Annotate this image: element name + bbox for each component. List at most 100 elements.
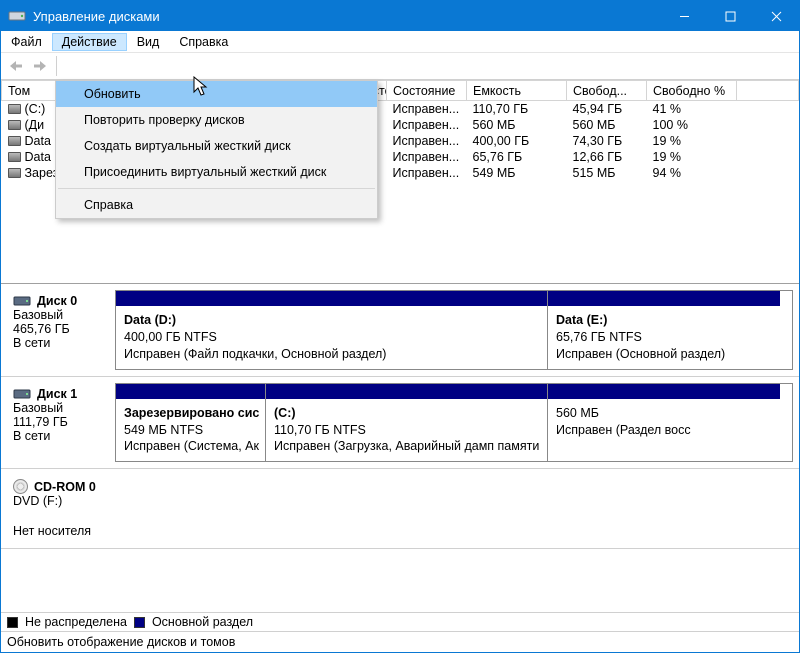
toolbar-separator — [56, 56, 57, 76]
volume-free-pct: 19 % — [647, 149, 737, 165]
dropdown-item[interactable]: Обновить — [56, 81, 377, 107]
partition-header — [116, 291, 547, 306]
volume-free-pct: 19 % — [647, 133, 737, 149]
disk-label[interactable]: Диск 1 Базовый 111,79 ГБ В сети — [7, 383, 115, 463]
dropdown-item[interactable]: Создать виртуальный жесткий диск — [56, 133, 377, 159]
disk-name: Диск 1 — [37, 387, 77, 401]
volume-free: 515 МБ — [567, 165, 647, 181]
disk-size: 111,79 ГБ — [13, 415, 109, 429]
disk-type: Базовый — [13, 401, 109, 415]
menu-view[interactable]: Вид — [127, 33, 170, 51]
disk-label[interactable]: CD-ROM 0 DVD (F:) Нет носителя — [7, 475, 115, 542]
partition-header — [266, 384, 547, 399]
volume-free-pct: 94 % — [647, 165, 737, 181]
partition-status: Исправен (Раздел восс — [556, 423, 691, 437]
disk-partitions: Data (D:) 400,00 ГБ NTFS Исправен (Файл … — [115, 290, 793, 370]
volume-free-pct: 41 % — [647, 101, 737, 118]
volume-icon — [8, 104, 21, 114]
disk-label[interactable]: Диск 0 Базовый 465,76 ГБ В сети — [7, 290, 115, 370]
partition-title: Data (E:) — [556, 313, 607, 327]
menu-help[interactable]: Справка — [169, 33, 238, 51]
partition-status: Исправен (Основной раздел) — [556, 347, 725, 361]
dropdown-separator — [58, 188, 375, 189]
dropdown-item[interactable]: Повторить проверку дисков — [56, 107, 377, 133]
volume-status: Исправен... — [387, 101, 467, 118]
hdd-icon — [13, 294, 31, 308]
volume-icon — [8, 152, 21, 162]
volume-status: Исправен... — [387, 117, 467, 133]
forward-button[interactable] — [29, 55, 51, 77]
legend: Не распределена Основной раздел — [1, 612, 799, 632]
disk-graphical-pane: Диск 0 Базовый 465,76 ГБ В сети Data (D:… — [1, 284, 799, 612]
dropdown-item[interactable]: Справка — [56, 192, 377, 218]
menu-action[interactable]: Действие — [52, 33, 127, 51]
menu-file[interactable]: Файл — [1, 33, 52, 51]
disk-name: Диск 0 — [37, 294, 77, 308]
partition[interactable]: 560 МБ Исправен (Раздел восс — [548, 384, 780, 462]
col-capacity[interactable]: Емкость — [467, 81, 567, 101]
volume-status: Исправен... — [387, 165, 467, 181]
partition[interactable]: Data (D:) 400,00 ГБ NTFS Исправен (Файл … — [116, 291, 548, 369]
disk-partitions: Зарезервировано сис 549 МБ NTFS Исправен… — [115, 383, 793, 463]
disk-state: В сети — [13, 336, 109, 350]
partition-size: 110,70 ГБ NTFS — [274, 423, 366, 437]
partition[interactable]: (C:) 110,70 ГБ NTFS Исправен (Загрузка, … — [266, 384, 548, 462]
volume-status: Исправен... — [387, 149, 467, 165]
minimize-button[interactable] — [661, 1, 707, 31]
disk-row: CD-ROM 0 DVD (F:) Нет носителя — [1, 469, 799, 549]
disk-row: Диск 1 Базовый 111,79 ГБ В сети Зарезерв… — [1, 377, 799, 470]
maximize-button[interactable] — [707, 1, 753, 31]
window-title: Управление дисками — [33, 9, 661, 24]
legend-label-unallocated: Не распределена — [25, 615, 127, 629]
volume-name: (C:) — [25, 102, 46, 116]
partition-header — [116, 384, 265, 399]
partition[interactable]: Data (E:) 65,76 ГБ NTFS Исправен (Основн… — [548, 291, 780, 369]
disk-row: Диск 0 Базовый 465,76 ГБ В сети Data (D:… — [1, 284, 799, 377]
volume-list-pane: Том Расположение Тип Файловая система Со… — [1, 80, 799, 284]
partition-header — [548, 291, 780, 306]
status-text: Обновить отображение дисков и томов — [7, 635, 235, 649]
menubar: Файл Действие Вид Справка — [1, 31, 799, 53]
partition-title: Data (D:) — [124, 313, 176, 327]
disk-size: 465,76 ГБ — [13, 322, 109, 336]
cd-icon — [13, 479, 28, 494]
col-free-pct[interactable]: Свободно % — [647, 81, 737, 101]
dropdown-item[interactable]: Присоединить виртуальный жесткий диск — [56, 159, 377, 185]
volume-capacity: 549 МБ — [467, 165, 567, 181]
partition-size: 65,76 ГБ NTFS — [556, 330, 642, 344]
partition-status: Исправен (Файл подкачки, Основной раздел… — [124, 347, 386, 361]
partition[interactable]: Зарезервировано сис 549 МБ NTFS Исправен… — [116, 384, 266, 462]
close-button[interactable] — [753, 1, 799, 31]
volume-free: 12,66 ГБ — [567, 149, 647, 165]
col-free[interactable]: Свобод... — [567, 81, 647, 101]
volume-name: Data — [25, 150, 51, 164]
volume-icon — [8, 136, 21, 146]
volume-icon — [8, 168, 21, 178]
app-icon — [8, 8, 26, 24]
action-dropdown: ОбновитьПовторить проверку дисковСоздать… — [55, 80, 378, 219]
volume-name: (Ди — [25, 118, 45, 132]
volume-free: 560 МБ — [567, 117, 647, 133]
volume-icon — [8, 120, 21, 130]
partition-header — [548, 384, 780, 399]
hdd-icon — [13, 387, 31, 401]
col-status[interactable]: Состояние — [387, 81, 467, 101]
disk-type: DVD (F:) — [13, 494, 109, 508]
volume-capacity: 65,76 ГБ — [467, 149, 567, 165]
partition-title: (C:) — [274, 406, 296, 420]
partition-status: Исправен (Система, Ак — [124, 439, 259, 453]
disk-type: Базовый — [13, 308, 109, 322]
partition-status: Исправен (Загрузка, Аварийный дамп памят… — [274, 439, 539, 453]
disk-state: Нет носителя — [13, 524, 109, 538]
disk-state: В сети — [13, 429, 109, 443]
volume-name: Data — [25, 134, 51, 148]
volume-free: 74,30 ГБ — [567, 133, 647, 149]
disk-name: CD-ROM 0 — [34, 480, 96, 494]
volume-free-pct: 100 % — [647, 117, 737, 133]
partition-title: Зарезервировано сис — [124, 406, 259, 420]
col-spacer — [737, 81, 799, 101]
title-bar: Управление дисками — [1, 1, 799, 31]
partition-size: 549 МБ NTFS — [124, 423, 203, 437]
back-button[interactable] — [5, 55, 27, 77]
legend-label-primary: Основной раздел — [152, 615, 253, 629]
